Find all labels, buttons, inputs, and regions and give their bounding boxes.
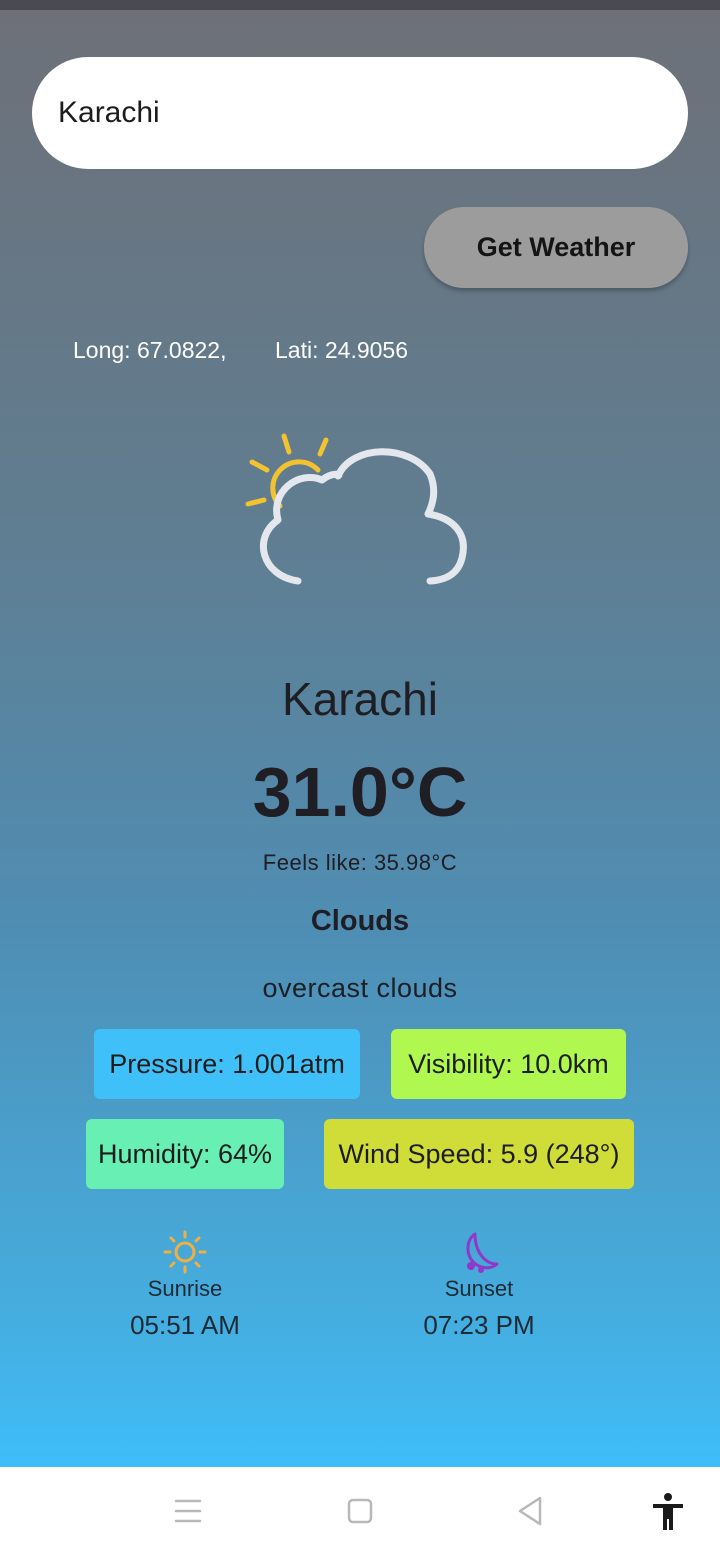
accessibility-icon[interactable]	[650, 1492, 686, 1532]
wind-speed-chip: Wind Speed: 5.9 (248°)	[324, 1119, 634, 1189]
square-home-icon[interactable]	[346, 1492, 374, 1532]
status-bar	[0, 0, 720, 10]
weather-main: Clouds	[310, 905, 410, 937]
longitude-text: Long: 67.0822,	[73, 337, 227, 363]
city-name: Karachi	[282, 673, 438, 725]
triangle-back-icon[interactable]	[516, 1492, 546, 1532]
partly-cloudy-icon	[245, 433, 467, 585]
pressure-chip: Pressure: 1.001atm	[94, 1029, 360, 1099]
get-weather-button[interactable]: Get Weather	[424, 207, 688, 288]
menu-icon[interactable]	[174, 1492, 202, 1532]
moon-icon	[466, 1232, 499, 1273]
sunset-label: Sunset	[444, 1276, 514, 1301]
feels-like: Feels like: 35.98°C	[262, 850, 458, 875]
city-search-field[interactable]	[32, 57, 688, 169]
city-input[interactable]	[58, 96, 658, 130]
weather-description: overcast clouds	[262, 973, 458, 1003]
sunset-time: 07:23 PM	[423, 1310, 535, 1340]
temperature: 31.0°C	[252, 753, 468, 831]
coordinates: Long: 67.0822, Lati: 24.9056	[73, 337, 408, 364]
sunrise-time: 05:51 AM	[130, 1310, 240, 1340]
humidity-chip: Humidity: 64%	[86, 1119, 284, 1189]
sun-icon	[163, 1230, 207, 1274]
sunrise-block: Sunrise 05:51 AM	[105, 1230, 265, 1341]
sunrise-label: Sunrise	[147, 1276, 223, 1301]
latitude-text: Lati: 24.9056	[275, 337, 409, 363]
visibility-chip: Visibility: 10.0km	[391, 1029, 626, 1099]
sunset-block: Sunset 07:23 PM	[399, 1230, 559, 1341]
